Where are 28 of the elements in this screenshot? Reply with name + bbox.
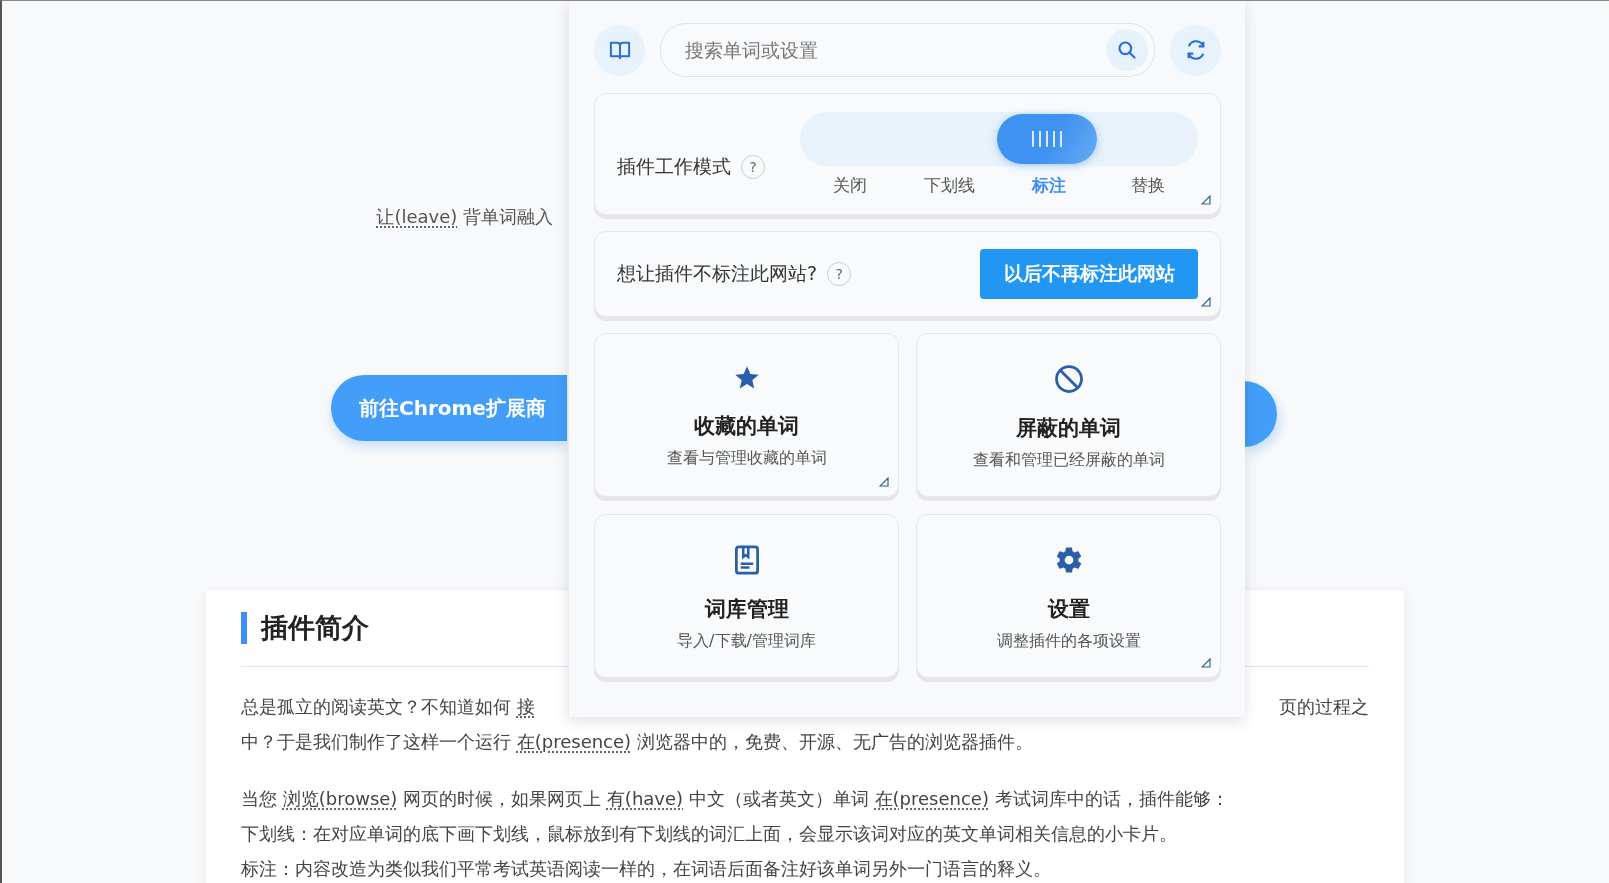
paragraph-line: 总是孤立的阅读英文？不知道如何 接	[241, 695, 535, 719]
paragraph-line: 标注：内容改造为类似我们平常考试英语阅读一样的，在词语后面备注好该单词另外一门语言的释义。	[241, 857, 1052, 881]
paragraph-line: 中？于是我们制作了这样一个运行 在(presence) 浏览器中的，免费、开源、无广告的浏览器插件。	[241, 730, 1034, 754]
book-icon	[733, 545, 760, 575]
mode-option[interactable]: 替换	[1131, 172, 1166, 199]
paragraph-line: 下划线：在对应单词的底下画下划线，鼠标放到有下划线的词汇上面，会显示该词对应的英文单词相关信息的小卡片。	[241, 822, 1178, 846]
tagline-text: 让(leave) 背单词融入	[376, 205, 554, 229]
paragraph-line: 页的过程之	[1279, 695, 1369, 719]
mode-option[interactable]: 关闭	[832, 172, 867, 199]
search-input[interactable]: 搜索单词或设置	[683, 38, 1106, 62]
refresh-button[interactable]	[1170, 24, 1221, 76]
slider-thumb[interactable]	[997, 114, 1098, 164]
mode-label: 插件工作模式	[617, 154, 731, 179]
mode-option[interactable]: 下划线	[923, 172, 975, 199]
site-label: 想让插件不标注此网站?	[617, 261, 818, 286]
card-subtitle: 查看与管理收藏的单词	[666, 448, 827, 469]
block-icon	[1053, 364, 1084, 394]
search-field[interactable]: 搜索单词或设置	[660, 23, 1155, 77]
card-title: 收藏的单词	[694, 413, 799, 440]
book-icon	[608, 40, 631, 60]
search-icon	[1117, 40, 1137, 60]
card-title: 屏蔽的单词	[1016, 415, 1121, 442]
paragraph-line: 当您 浏览(browse) 网页的时候，如果网页上 有(have) 中文（或者英文）单词 在(presence) 考试词库中的话，插件能够：	[241, 787, 1230, 811]
search-button[interactable]	[1106, 29, 1148, 71]
card-subtitle: 查看和管理已经屏蔽的单词	[972, 450, 1165, 471]
book-button[interactable]	[594, 24, 645, 76]
pill-button[interactable]	[1243, 381, 1277, 447]
mode-slider[interactable]	[800, 112, 1198, 166]
